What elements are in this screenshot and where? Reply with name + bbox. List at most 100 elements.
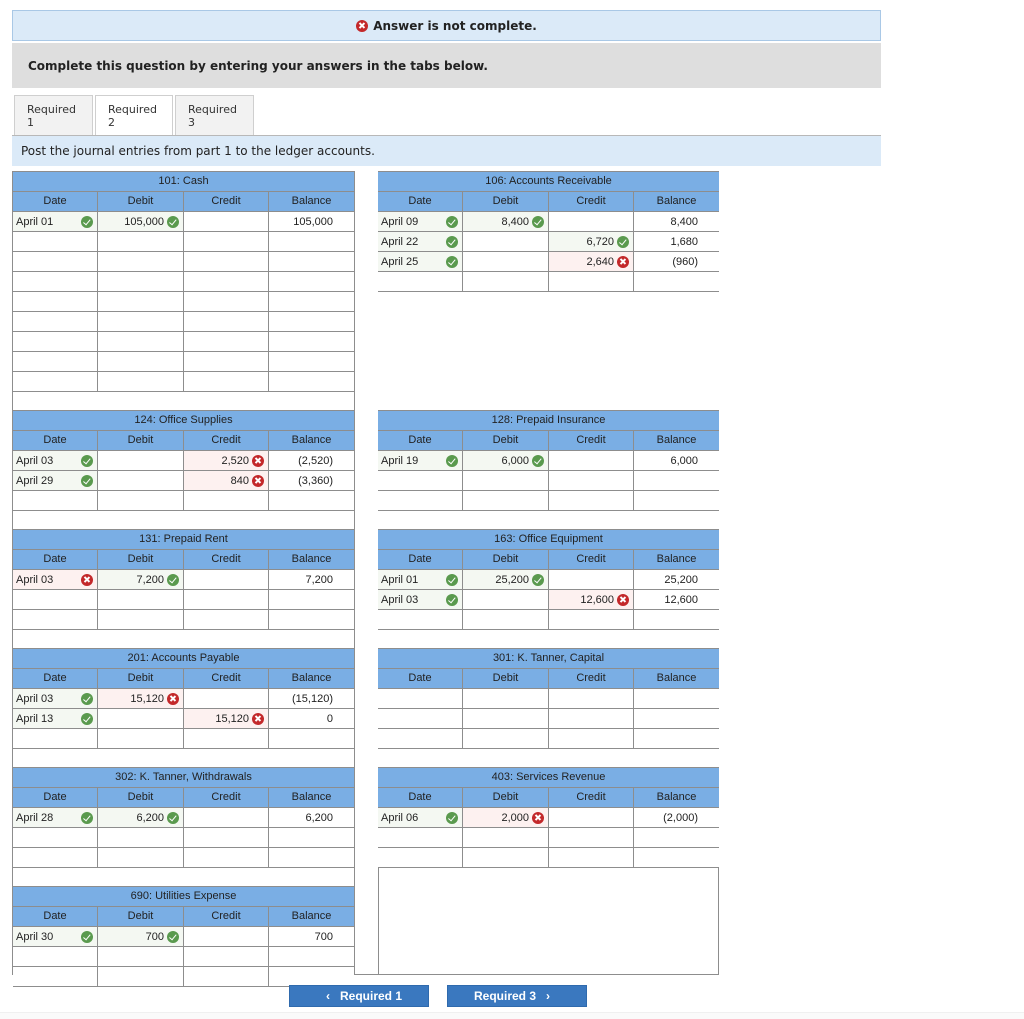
date-cell[interactable] xyxy=(13,312,98,331)
debit-cell[interactable] xyxy=(98,967,184,986)
date-cell[interactable] xyxy=(378,848,463,867)
credit-cell[interactable]: 6,720 xyxy=(549,232,634,251)
credit-cell[interactable] xyxy=(549,828,634,847)
debit-cell[interactable] xyxy=(463,471,549,490)
credit-cell[interactable]: 12,600 xyxy=(549,590,634,609)
debit-cell[interactable] xyxy=(98,312,184,331)
date-cell[interactable] xyxy=(13,491,98,510)
credit-cell[interactable] xyxy=(184,292,269,311)
debit-cell[interactable] xyxy=(98,729,184,748)
debit-cell[interactable] xyxy=(98,471,184,490)
credit-cell[interactable]: 840 xyxy=(184,471,269,490)
date-cell[interactable]: April 22 xyxy=(378,232,463,251)
date-cell[interactable] xyxy=(13,372,98,391)
date-cell[interactable] xyxy=(13,272,98,291)
debit-cell[interactable] xyxy=(463,252,549,271)
debit-cell[interactable] xyxy=(98,232,184,251)
date-cell[interactable] xyxy=(378,709,463,728)
credit-cell[interactable] xyxy=(549,729,634,748)
credit-cell[interactable] xyxy=(184,848,269,867)
date-cell[interactable]: April 03 xyxy=(13,570,98,589)
debit-cell[interactable] xyxy=(98,352,184,371)
credit-cell[interactable] xyxy=(549,570,634,589)
credit-cell[interactable] xyxy=(184,252,269,271)
debit-cell[interactable] xyxy=(463,689,549,708)
date-cell[interactable]: April 06 xyxy=(378,808,463,827)
date-cell[interactable] xyxy=(378,471,463,490)
credit-cell[interactable] xyxy=(184,352,269,371)
date-cell[interactable]: April 03 xyxy=(13,689,98,708)
credit-cell[interactable]: 2,640 xyxy=(549,252,634,271)
date-cell[interactable]: April 13 xyxy=(13,709,98,728)
date-cell[interactable]: April 28 xyxy=(13,808,98,827)
date-cell[interactable] xyxy=(13,232,98,251)
date-cell[interactable] xyxy=(378,729,463,748)
debit-cell[interactable] xyxy=(463,709,549,728)
date-cell[interactable]: April 25 xyxy=(378,252,463,271)
debit-cell[interactable] xyxy=(98,491,184,510)
date-cell[interactable] xyxy=(13,332,98,351)
credit-cell[interactable] xyxy=(184,689,269,708)
credit-cell[interactable] xyxy=(184,729,269,748)
debit-cell[interactable] xyxy=(98,848,184,867)
debit-cell[interactable] xyxy=(98,372,184,391)
credit-cell[interactable] xyxy=(184,491,269,510)
credit-cell[interactable] xyxy=(184,927,269,946)
debit-cell[interactable] xyxy=(98,451,184,470)
debit-cell[interactable] xyxy=(98,252,184,271)
credit-cell[interactable] xyxy=(184,372,269,391)
date-cell[interactable] xyxy=(13,729,98,748)
credit-cell[interactable] xyxy=(549,212,634,231)
date-cell[interactable]: April 01 xyxy=(13,212,98,231)
date-cell[interactable] xyxy=(13,590,98,609)
debit-cell[interactable]: 8,400 xyxy=(463,212,549,231)
credit-cell[interactable] xyxy=(184,808,269,827)
credit-cell[interactable] xyxy=(549,610,634,629)
credit-cell[interactable] xyxy=(549,848,634,867)
credit-cell[interactable] xyxy=(549,709,634,728)
debit-cell[interactable] xyxy=(98,828,184,847)
date-cell[interactable]: April 30 xyxy=(13,927,98,946)
date-cell[interactable]: April 19 xyxy=(378,451,463,470)
credit-cell[interactable] xyxy=(184,947,269,966)
credit-cell[interactable] xyxy=(184,967,269,986)
debit-cell[interactable]: 15,120 xyxy=(98,689,184,708)
date-cell[interactable] xyxy=(378,828,463,847)
date-cell[interactable]: April 29 xyxy=(13,471,98,490)
date-cell[interactable]: April 09 xyxy=(378,212,463,231)
debit-cell[interactable]: 105,000 xyxy=(98,212,184,231)
debit-cell[interactable] xyxy=(463,232,549,251)
date-cell[interactable] xyxy=(13,967,98,986)
credit-cell[interactable] xyxy=(549,272,634,291)
debit-cell[interactable]: 2,000 xyxy=(463,808,549,827)
date-cell[interactable] xyxy=(13,352,98,371)
credit-cell[interactable] xyxy=(184,570,269,589)
credit-cell[interactable] xyxy=(549,689,634,708)
tab-required-3[interactable]: Required 3 xyxy=(175,95,254,135)
credit-cell[interactable] xyxy=(549,808,634,827)
date-cell[interactable] xyxy=(378,491,463,510)
date-cell[interactable]: April 03 xyxy=(13,451,98,470)
tab-required-2[interactable]: Required 2 xyxy=(95,95,173,136)
credit-cell[interactable] xyxy=(184,610,269,629)
date-cell[interactable]: April 01 xyxy=(378,570,463,589)
credit-cell[interactable] xyxy=(184,828,269,847)
debit-cell[interactable]: 6,000 xyxy=(463,451,549,470)
debit-cell[interactable] xyxy=(463,272,549,291)
date-cell[interactable] xyxy=(13,252,98,271)
credit-cell[interactable] xyxy=(184,212,269,231)
date-cell[interactable] xyxy=(378,689,463,708)
debit-cell[interactable]: 700 xyxy=(98,927,184,946)
date-cell[interactable] xyxy=(13,292,98,311)
debit-cell[interactable] xyxy=(463,590,549,609)
credit-cell[interactable]: 15,120 xyxy=(184,709,269,728)
debit-cell[interactable] xyxy=(98,332,184,351)
debit-cell[interactable] xyxy=(98,272,184,291)
credit-cell[interactable] xyxy=(549,491,634,510)
tab-required-1[interactable]: Required 1 xyxy=(14,95,93,135)
date-cell[interactable] xyxy=(378,272,463,291)
previous-required-1-button[interactable]: ‹ Required 1 xyxy=(289,985,429,1007)
credit-cell[interactable] xyxy=(549,471,634,490)
credit-cell[interactable] xyxy=(184,590,269,609)
credit-cell[interactable]: 2,520 xyxy=(184,451,269,470)
